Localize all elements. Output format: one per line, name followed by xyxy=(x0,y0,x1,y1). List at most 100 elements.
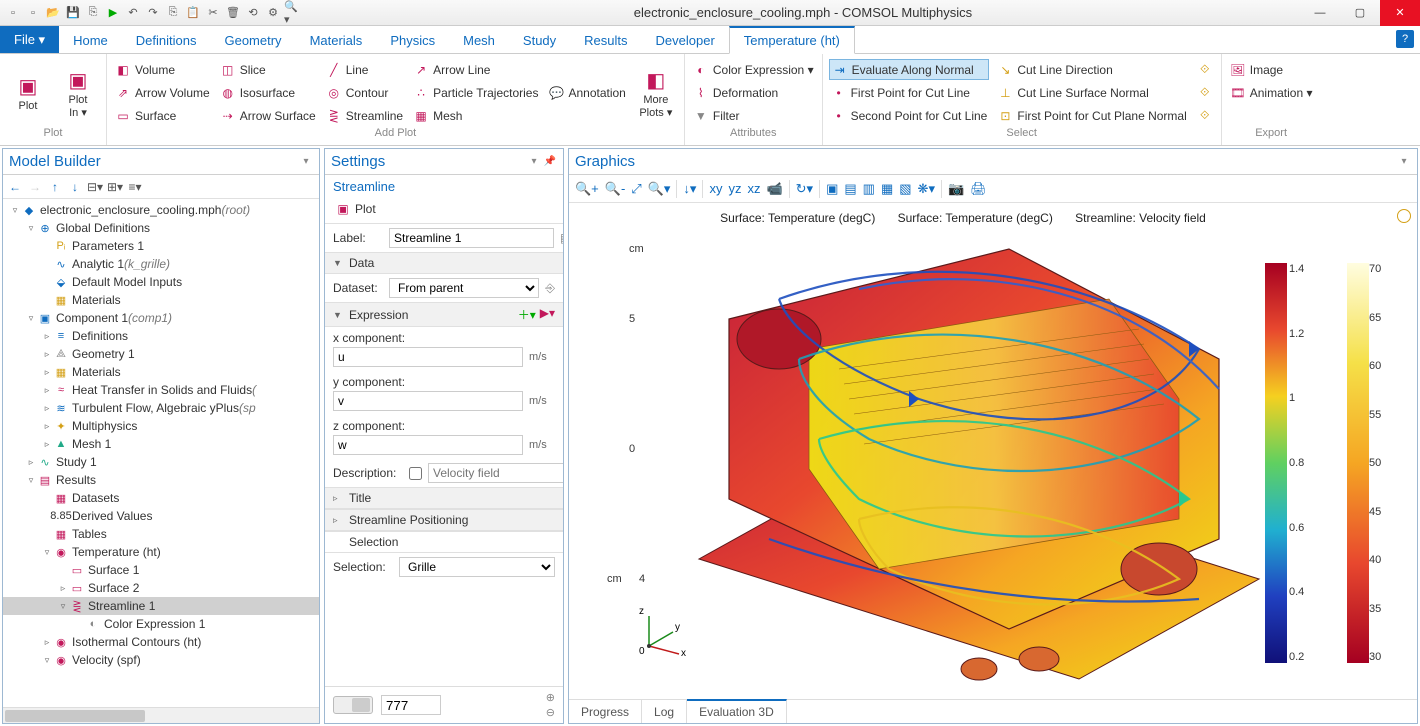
expand-toggle-icon[interactable]: ▿ xyxy=(25,223,37,234)
zoom-out-icon[interactable]: 🔍- xyxy=(605,181,626,197)
dataset-link-icon[interactable]: ⎆ xyxy=(545,281,555,296)
tree-item[interactable]: ▿◉Velocity (spf) xyxy=(3,651,319,669)
expand-toggle-icon[interactable]: ▿ xyxy=(25,313,37,324)
help-button[interactable]: ? xyxy=(1396,30,1414,48)
expand-toggle-icon[interactable]: ▿ xyxy=(9,205,21,216)
image-export-button[interactable]: 🖼Image xyxy=(1228,59,1315,80)
tree-item[interactable]: ▹≡Definitions xyxy=(3,327,319,345)
xz-view-icon[interactable]: xz xyxy=(747,181,760,196)
select-extra1[interactable]: ⟐ xyxy=(1195,59,1215,80)
expand-toggle-icon[interactable]: ▹ xyxy=(57,583,69,594)
tree-item[interactable]: ▦Tables xyxy=(3,525,319,543)
model-tree[interactable]: ▿◆electronic_enclosure_cooling.mph (root… xyxy=(3,199,319,707)
plot-in-button[interactable]: ▣Plot In ▾ xyxy=(56,58,100,127)
data-section-header[interactable]: ▼Data xyxy=(325,252,563,274)
tree-item[interactable]: ▹▲Mesh 1 xyxy=(3,435,319,453)
tab-mesh[interactable]: Mesh xyxy=(449,26,509,53)
maximize-button[interactable]: ▢ xyxy=(1340,0,1380,26)
select-edge-icon[interactable]: ▦ xyxy=(881,181,893,197)
close-button[interactable]: ✕ xyxy=(1380,0,1420,26)
copy-icon[interactable]: ⎘ xyxy=(164,4,182,22)
toggle-switch[interactable] xyxy=(333,696,373,714)
horizontal-scrollbar[interactable] xyxy=(3,707,319,723)
tree-item[interactable]: ▹∿Study 1 xyxy=(3,453,319,471)
tab-temperature-ht[interactable]: Temperature (ht) xyxy=(729,26,855,54)
label-input[interactable] xyxy=(389,228,554,248)
expand-toggle-icon[interactable]: ▿ xyxy=(41,547,53,558)
surface-button[interactable]: ▭Surface xyxy=(113,105,212,126)
expand-toggle-icon[interactable]: ▹ xyxy=(25,457,37,468)
streamline-button[interactable]: ⋛Streamline xyxy=(324,105,405,126)
color-expression-button[interactable]: ◐Color Expression ▾ xyxy=(691,59,816,80)
expand-toggle-icon[interactable]: ▹ xyxy=(41,385,53,396)
zoom-extents-icon[interactable]: ⤢ xyxy=(631,181,641,197)
label-edit-icon[interactable]: ▤ xyxy=(560,231,563,245)
tree-item[interactable]: ▿▤Results xyxy=(3,471,319,489)
tree-item[interactable]: ▿⊕Global Definitions xyxy=(3,219,319,237)
add-expr-icon[interactable]: ＋▾ xyxy=(518,306,536,323)
open-icon[interactable]: 📂 xyxy=(44,4,62,22)
paste-icon[interactable]: 📋 xyxy=(184,4,202,22)
mesh-plot-button[interactable]: ▦Mesh xyxy=(411,105,540,126)
expression-section-header[interactable]: ▼Expression ＋▾ ▶▾ xyxy=(325,302,563,327)
settings-icon[interactable]: ⚙ xyxy=(264,4,282,22)
panel-dropdown-icon[interactable]: ▾ xyxy=(299,155,313,169)
down-icon[interactable]: ↓ xyxy=(67,179,83,195)
new-icon[interactable]: ▫ xyxy=(4,4,22,22)
title-section-header[interactable]: ▹Title xyxy=(325,487,563,509)
expand-toggle-icon[interactable]: ▹ xyxy=(41,637,53,648)
select-extra3[interactable]: ⟐ xyxy=(1195,105,1215,126)
dataset-select[interactable]: From parent xyxy=(389,278,539,298)
tab-evaluation-3d[interactable]: Evaluation 3D xyxy=(687,699,787,723)
arrow-volume-button[interactable]: ⇗Arrow Volume xyxy=(113,82,212,103)
graphics-dropdown-icon[interactable]: ▾ xyxy=(1397,155,1411,169)
x-component-input[interactable] xyxy=(333,347,523,367)
zoom-box-icon[interactable]: 🔍▾ xyxy=(648,181,671,197)
save-icon[interactable]: 💾 xyxy=(64,4,82,22)
xy-view-icon[interactable]: xy xyxy=(709,181,722,196)
reset-icon[interactable]: ↻▾ xyxy=(796,181,813,197)
tab-developer[interactable]: Developer xyxy=(642,26,729,53)
minimize-button[interactable]: — xyxy=(1300,0,1340,26)
graphics-indicator-icon[interactable] xyxy=(1397,209,1411,223)
tree-item[interactable]: ▿▣Component 1 (comp1) xyxy=(3,309,319,327)
arrow-surface-button[interactable]: ⇢Arrow Surface xyxy=(218,105,318,126)
tree-item[interactable]: ▦Datasets xyxy=(3,489,319,507)
tab-materials[interactable]: Materials xyxy=(296,26,377,53)
second-point-cut-line-button[interactable]: •Second Point for Cut Line xyxy=(829,105,990,126)
tree-item[interactable]: ▿⋛Streamline 1 xyxy=(3,597,319,615)
animation-button[interactable]: 🎞Animation ▾ xyxy=(1228,82,1315,103)
expand-toggle-icon[interactable]: ▿ xyxy=(25,475,37,486)
tree-item[interactable]: PᵢParameters 1 xyxy=(3,237,319,255)
pin-icon[interactable]: ▾ xyxy=(527,155,541,169)
expand-toggle-icon[interactable]: ▹ xyxy=(41,367,53,378)
count-input[interactable] xyxy=(381,695,441,715)
list-remove-icon[interactable]: ⊖ xyxy=(546,706,555,719)
description-input[interactable] xyxy=(428,463,563,483)
select-extra2[interactable]: ⟐ xyxy=(1195,82,1215,103)
z-component-input[interactable] xyxy=(333,435,523,455)
annotation-button[interactable]: 💬Annotation xyxy=(546,82,627,103)
tree-item[interactable]: ▿◆electronic_enclosure_cooling.mph (root… xyxy=(3,201,319,219)
snapshot-icon[interactable]: 📷 xyxy=(948,181,964,197)
tab-definitions[interactable]: Definitions xyxy=(122,26,211,53)
tree-item[interactable]: ▹▭Surface 2 xyxy=(3,579,319,597)
forward-icon[interactable]: → xyxy=(27,179,43,195)
plot-button[interactable]: ▣Plot xyxy=(6,58,50,127)
cut-plane-normal-button[interactable]: ⊡First Point for Cut Plane Normal xyxy=(995,105,1188,126)
arrow-line-button[interactable]: ↗Arrow Line xyxy=(411,59,540,80)
expand-toggle-icon[interactable]: ▹ xyxy=(41,349,53,360)
tab-results[interactable]: Results xyxy=(570,26,641,53)
expand-toggle-icon[interactable]: ▿ xyxy=(57,601,69,612)
camera-icon[interactable]: 📹 xyxy=(766,181,782,197)
tree-item[interactable]: ▿◉Temperature (ht) xyxy=(3,543,319,561)
tab-physics[interactable]: Physics xyxy=(376,26,449,53)
tree-item[interactable]: ∿Analytic 1 (k_grille) xyxy=(3,255,319,273)
tree-item[interactable]: ▭Surface 1 xyxy=(3,561,319,579)
collapse-icon[interactable]: ⊟▾ xyxy=(87,179,103,195)
zoom-in-icon[interactable]: 🔍+ xyxy=(575,181,599,197)
yz-view-icon[interactable]: yz xyxy=(728,181,741,196)
tree-item[interactable]: ▹◉Isothermal Contours (ht) xyxy=(3,633,319,651)
tree-item[interactable]: ◐Color Expression 1 xyxy=(3,615,319,633)
list-add-icon[interactable]: ⊕ xyxy=(546,691,555,704)
